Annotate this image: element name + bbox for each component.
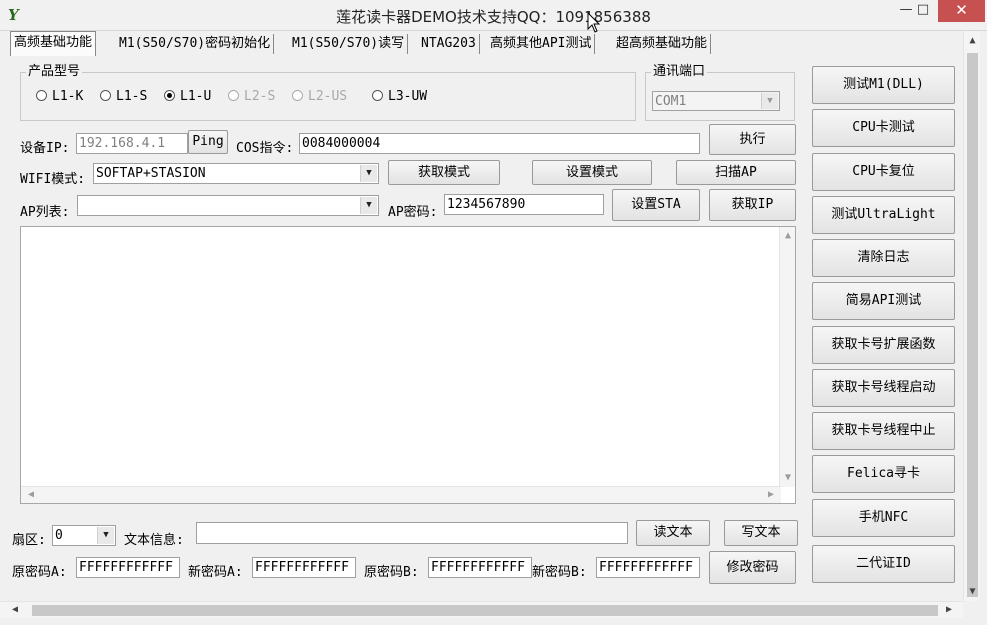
radio-l1-u[interactable]: L1-U [164,89,211,104]
execute-button[interactable]: 执行 [709,124,796,155]
old-key-a-label: 原密码A: [12,565,67,580]
window-vertical-scrollbar[interactable]: ▲ ▼ [963,31,980,601]
new-key-a-label: 新密码A: [188,565,243,580]
ap-password-field[interactable]: 1234567890 [444,194,604,215]
sector-select[interactable]: 0 ▼ [52,525,116,546]
cos-command-field[interactable]: 0084000004 [299,133,700,154]
write-text-button[interactable]: 写文本 [724,520,798,546]
radio-l2-us-label: L2-US [308,89,348,104]
change-password-button[interactable]: 修改密码 [709,551,796,584]
clear-log-button[interactable]: 清除日志 [812,239,955,277]
new-key-a-field[interactable]: FFFFFFFFFFFF [252,557,356,578]
comm-port-select[interactable]: COM1 ▼ [652,91,780,111]
phone-nfc-button[interactable]: 手机NFC [812,499,955,537]
scroll-left-icon[interactable]: ◀ [8,603,22,617]
tab-hf-basic[interactable]: 高频基础功能 [10,31,97,56]
cos-command-label: COS指令: [236,141,294,156]
text-info-label: 文本信息: [124,533,184,548]
scan-ap-button[interactable]: 扫描AP [676,160,796,185]
read-text-button[interactable]: 读文本 [636,520,710,546]
old-key-b-field[interactable]: FFFFFFFFFFFF [428,557,532,578]
radio-l2-s-label: L2-S [244,89,276,104]
scroll-thumb[interactable] [32,605,938,616]
tab-ntag203[interactable]: NTAG203 [418,34,480,54]
old-key-b-label: 原密码B: [364,565,419,580]
device-ip-field[interactable]: 192.168.4.1 [76,133,188,154]
radio-l1-s-label: L1-S [116,89,148,104]
radio-l3-uw-label: L3-UW [388,89,428,104]
felica-search-button[interactable]: Felica寻卡 [812,455,955,493]
card-number-thread-start-button[interactable]: 获取卡号线程启动 [812,369,955,407]
sector-value: 0 [55,528,63,543]
radio-l2-s[interactable]: L2-S [228,89,275,104]
maximize-button[interactable]: □ [909,0,937,22]
window-title: 莲花读卡器DEMO技术支持QQ：1091856388 [336,8,651,26]
tab-m1-password-init[interactable]: M1(S50/S70)密码初始化 [116,34,275,54]
scroll-left-icon[interactable]: ◀ [24,488,38,502]
set-mode-button[interactable]: 设置模式 [532,160,652,185]
radio-l1-u-label: L1-U [180,89,212,104]
get-card-number-ext-button[interactable]: 获取卡号扩展函数 [812,326,955,364]
ping-button[interactable]: Ping [188,130,228,154]
wifi-mode-select[interactable]: SOFTAP+STASION ▼ [93,163,379,184]
log-output[interactable]: ▲ ▼ ◀ ▶ [20,226,796,504]
ap-list-label: AP列表: [20,205,70,220]
ap-list-select[interactable]: ▼ [77,195,379,216]
tab-m1-read-write[interactable]: M1(S50/S70)读写 [289,34,409,54]
radio-indicator [100,90,111,101]
get-ip-button[interactable]: 获取IP [709,189,796,221]
window-horizontal-scrollbar[interactable]: ◀ ▶ [0,601,963,618]
product-model-label: 产品型号 [26,64,83,79]
sector-label: 扇区: [12,533,46,548]
new-key-b-field[interactable]: FFFFFFFFFFFF [596,557,700,578]
radio-indicator [164,90,175,101]
scroll-down-icon[interactable]: ▼ [780,471,796,485]
close-button[interactable]: ✕ [938,0,985,22]
radio-l2-us[interactable]: L2-US [292,89,347,104]
scroll-thumb[interactable] [967,53,978,597]
new-key-b-label: 新密码B: [532,565,587,580]
chevron-down-icon: ▼ [360,197,377,214]
radio-indicator [228,90,239,101]
id-card-id-button[interactable]: 二代证ID [812,545,955,583]
scroll-down-icon[interactable]: ▼ [965,585,980,599]
set-sta-button[interactable]: 设置STA [612,189,700,221]
log-vertical-scrollbar[interactable]: ▲ ▼ [779,227,795,487]
radio-indicator [36,90,47,101]
tab-hf-other-api[interactable]: 高频其他API测试 [487,34,596,54]
comm-port-label: 通讯端口 [651,64,708,79]
scroll-up-icon[interactable]: ▲ [965,34,980,48]
radio-l1-k[interactable]: L1-K [36,89,83,104]
test-m1-dll-button[interactable]: 测试M1(DLL) [812,66,955,104]
simple-api-test-button[interactable]: 简易API测试 [812,282,955,320]
wifi-mode-value: SOFTAP+STASION [96,166,206,181]
radio-indicator [292,90,303,101]
cpu-card-reset-button[interactable]: CPU卡复位 [812,153,955,191]
device-ip-label: 设备IP: [20,141,70,156]
radio-l1-s[interactable]: L1-S [100,89,147,104]
chevron-down-icon: ▼ [360,165,377,182]
old-key-a-field[interactable]: FFFFFFFFFFFF [76,557,180,578]
scroll-up-icon[interactable]: ▲ [780,229,796,243]
get-mode-button[interactable]: 获取模式 [388,160,500,185]
tab-uhf-basic[interactable]: 超高频基础功能 [613,34,712,54]
card-number-thread-stop-button[interactable]: 获取卡号线程中止 [812,412,955,450]
text-info-field[interactable] [196,522,628,544]
scroll-right-icon[interactable]: ▶ [942,603,956,617]
ap-password-label: AP密码: [388,205,438,220]
log-horizontal-scrollbar[interactable]: ◀ ▶ [21,486,781,503]
chevron-down-icon: ▼ [761,93,778,109]
cpu-card-test-button[interactable]: CPU卡测试 [812,109,955,147]
scroll-right-icon[interactable]: ▶ [764,488,778,502]
wifi-mode-label: WIFI模式: [20,172,86,187]
comm-port-value: COM1 [655,94,687,109]
radio-l1-k-label: L1-K [52,89,84,104]
mouse-cursor-icon [587,12,601,33]
radio-indicator [372,90,383,101]
chevron-down-icon: ▼ [97,527,114,544]
test-ultralight-button[interactable]: 测试UltraLight [812,196,955,234]
radio-l3-uw[interactable]: L3-UW [372,89,427,104]
